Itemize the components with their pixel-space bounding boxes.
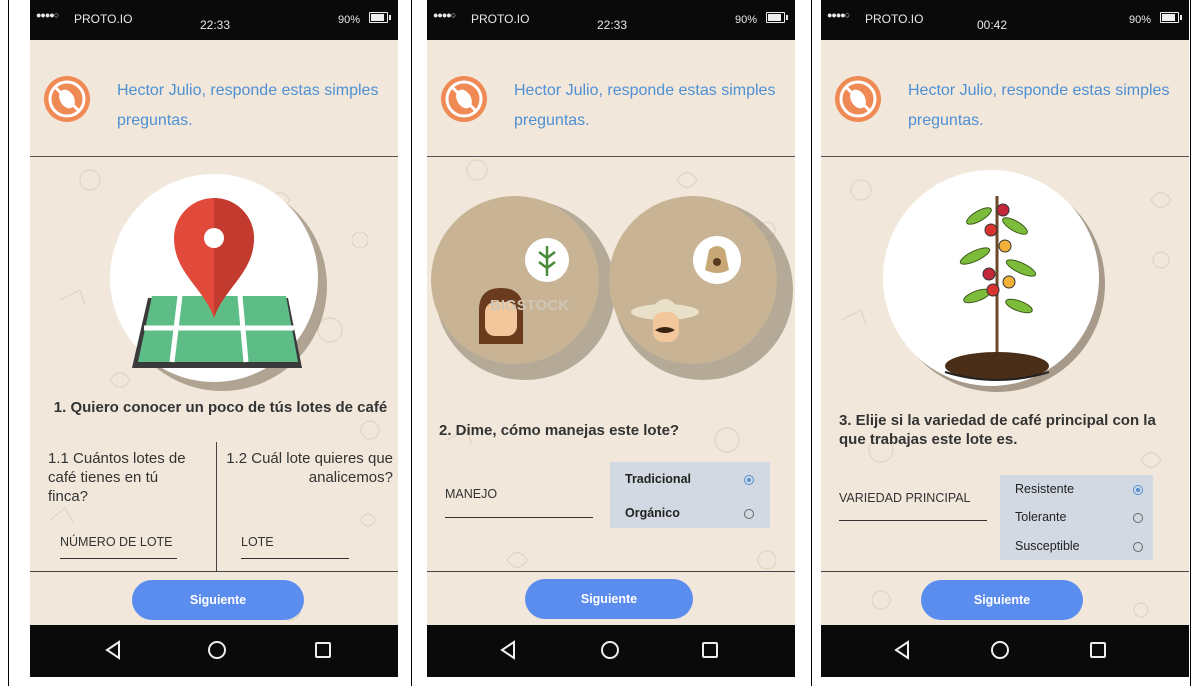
carrier-label: PROTO.IO	[471, 12, 530, 26]
farming-method-illustration: BIGSTOCK	[431, 196, 793, 380]
question-2: 2. Dime, cómo manejas este lote?	[439, 422, 680, 439]
signal-icon: ●●●●○	[433, 10, 456, 20]
question-1-1: 1.1 Cuántos lotes de café tienes en tú f…	[48, 450, 186, 505]
next-button[interactable]: Siguiente	[921, 580, 1083, 620]
option-label: Tolerante	[1015, 510, 1067, 524]
management-options: Tradicional Orgánico	[610, 462, 770, 528]
recents-icon[interactable]	[699, 639, 721, 661]
battery-icon	[766, 12, 788, 23]
battery-percent: 90%	[734, 14, 757, 26]
question-1-2: 1.2 Cuál lote quieres que analicemos?	[226, 450, 393, 486]
home-icon[interactable]	[599, 639, 621, 661]
footer-divider	[30, 571, 398, 572]
android-nav-bar	[30, 625, 398, 677]
app-logo-icon	[44, 76, 90, 122]
header: Hector Julio, responde estas simples pre…	[30, 40, 398, 157]
screen-1: ●●●●○ PROTO.IO 22:33 90% Hector Julio, r…	[30, 0, 398, 677]
radio-selected-icon[interactable]	[744, 475, 754, 485]
header: Hector Julio, responde estas simples pre…	[821, 40, 1189, 157]
watermark-text: BIGSTOCK	[490, 297, 569, 314]
screen-3: ●●●●○ PROTO.IO 00:42 90% Hector Julio, r…	[821, 0, 1189, 677]
map-location-illustration	[110, 174, 327, 391]
home-icon[interactable]	[206, 639, 228, 661]
lot-number-underline	[60, 558, 177, 559]
status-bar: ●●●●○ PROTO.IO 00:42 90%	[821, 0, 1189, 40]
coffee-plant-illustration	[883, 170, 1105, 392]
greeting-text: Hector Julio, responde estas simples pre…	[514, 82, 776, 129]
clock: 00:42	[977, 18, 1008, 32]
lot-underline	[241, 558, 349, 559]
app-logo-icon	[835, 76, 881, 122]
back-icon[interactable]	[102, 639, 124, 661]
column-divider	[216, 442, 217, 572]
back-icon[interactable]	[891, 639, 913, 661]
carrier-label: PROTO.IO	[74, 12, 133, 26]
back-icon[interactable]	[497, 639, 519, 661]
radio-unselected-icon[interactable]	[744, 509, 754, 519]
option-label: Resistente	[1015, 482, 1075, 496]
carrier-label: PROTO.IO	[865, 12, 924, 26]
variety-field[interactable]: VARIEDAD PRINCIPAL	[839, 491, 971, 505]
clock: 22:33	[597, 18, 628, 32]
battery-percent: 90%	[337, 14, 360, 26]
android-nav-bar	[821, 625, 1189, 677]
screen-2: ●●●●○ PROTO.IO 22:33 90% Hector Julio, r…	[427, 0, 795, 677]
option-label: Tradicional	[625, 472, 691, 486]
question-3: 3. Elije si la variedad de café principa…	[839, 412, 1156, 448]
home-icon[interactable]	[989, 639, 1011, 661]
status-bar: ●●●●○ PROTO.IO 22:33 90%	[30, 0, 398, 40]
radio-unselected-icon[interactable]	[1133, 542, 1143, 552]
greeting-text: Hector Julio, responde estas simples pre…	[117, 82, 379, 129]
battery-percent: 90%	[1128, 14, 1151, 26]
android-nav-bar	[427, 625, 795, 677]
question-1: 1. Quiero conocer un poco de tús lotes d…	[53, 399, 388, 416]
phone-frame-3: ●●●●○ PROTO.IO 00:42 90% Hector Julio, r…	[811, 0, 1191, 686]
battery-icon	[1160, 12, 1182, 23]
recents-icon[interactable]	[1087, 639, 1109, 661]
management-underline	[445, 517, 593, 518]
radio-unselected-icon[interactable]	[1133, 513, 1143, 523]
footer-divider	[427, 571, 795, 572]
next-button[interactable]: Siguiente	[132, 580, 304, 620]
management-field[interactable]: MANEJO	[445, 487, 497, 501]
phone-frame-2: ●●●●○ PROTO.IO 22:33 90% Hector Julio, r…	[412, 0, 812, 686]
recents-icon[interactable]	[312, 639, 334, 661]
radio-selected-icon[interactable]	[1133, 485, 1143, 495]
footer-divider	[821, 571, 1189, 572]
variety-underline	[839, 520, 987, 521]
app-logo-icon	[441, 76, 487, 122]
variety-options: Resistente Tolerante Susceptible	[1000, 475, 1153, 560]
battery-icon	[369, 12, 391, 23]
signal-icon: ●●●●○	[827, 10, 850, 20]
option-label: Susceptible	[1015, 539, 1080, 553]
header: Hector Julio, responde estas simples pre…	[427, 40, 795, 157]
phone-frame-1: ●●●●○ PROTO.IO 22:33 90% Hector Julio, r…	[8, 0, 412, 686]
status-bar: ●●●●○ PROTO.IO 22:33 90%	[427, 0, 795, 40]
signal-icon: ●●●●○	[36, 10, 59, 20]
next-button[interactable]: Siguiente	[525, 579, 693, 619]
option-label: Orgánico	[625, 506, 680, 520]
lot-number-field[interactable]: NÚMERO DE LOTE	[60, 535, 173, 549]
greeting-text: Hector Julio, responde estas simples pre…	[908, 82, 1170, 129]
clock: 22:33	[200, 18, 231, 32]
lot-field[interactable]: LOTE	[241, 535, 274, 549]
